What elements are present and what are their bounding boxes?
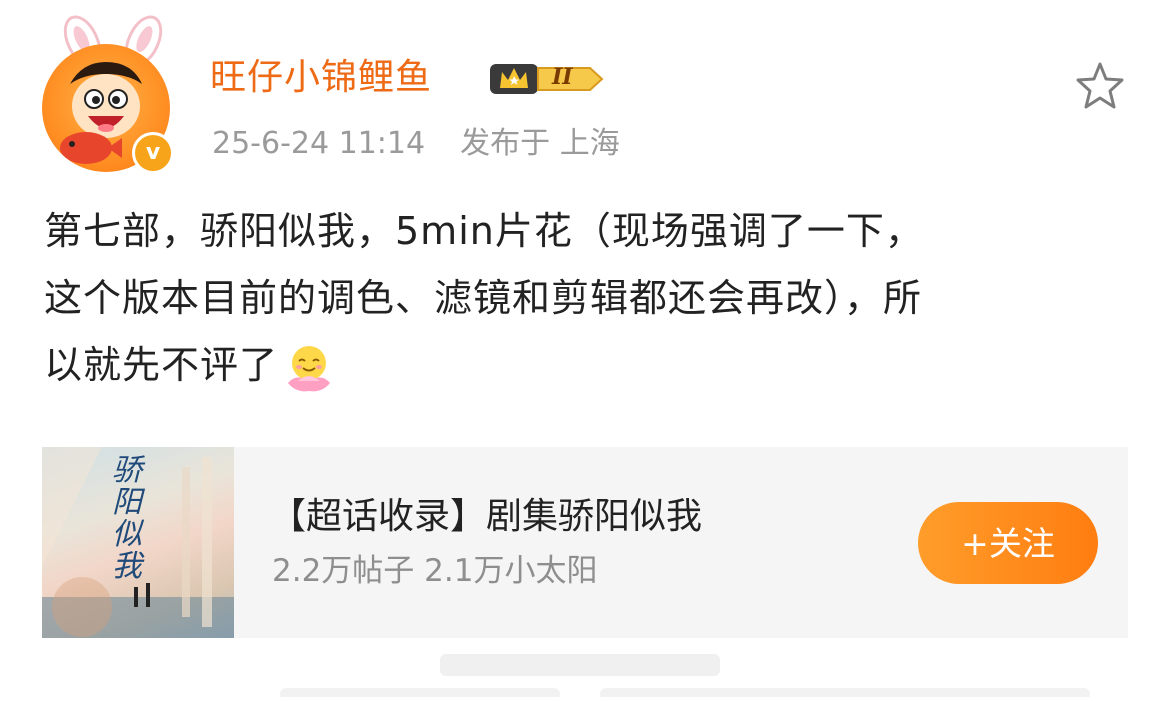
post-content-line-1: 第七部，骄阳似我，5min片花（现场强调了一下，: [44, 209, 924, 253]
smiling-lotus-emoji-icon: [282, 341, 336, 395]
author-name[interactable]: 旺仔小锦鲤鱼: [210, 52, 432, 104]
post-content-line-3-text: 以就先不评了: [44, 343, 279, 387]
post-content: 第七部，骄阳似我，5min片花（现场强调了一下， 这个版本目前的调色、滤镜和剪辑…: [44, 198, 1124, 399]
post-timestamp: 25-6-24 11:14: [212, 126, 426, 161]
post-content-line-3: 以就先不评了: [44, 332, 1124, 399]
level-badge-label: II: [552, 64, 573, 90]
follow-button[interactable]: +关注: [918, 502, 1098, 584]
post-meta: 25-6-24 11:14 发布于 上海: [212, 122, 620, 166]
thumbnail-title-art: 骄阳似我: [112, 453, 142, 584]
author-avatar-wrapper[interactable]: v: [32, 9, 182, 174]
level-badge[interactable]: II: [490, 58, 606, 100]
verified-badge-icon: v: [132, 132, 174, 174]
star-icon[interactable]: [1072, 58, 1128, 114]
crown-level-icon: [490, 64, 604, 94]
post-content-line-2: 这个版本目前的调色、滤镜和剪辑都还会再改），所: [44, 276, 923, 320]
topic-card[interactable]: 骄阳似我 【超话收录】剧集骄阳似我 2.2万帖子 2.1万小太阳 +关注: [42, 447, 1128, 638]
next-content-hint: [0, 650, 1161, 700]
topic-stats: 2.2万帖子 2.1万小太阳: [272, 553, 598, 589]
post-location: 发布于 上海: [460, 126, 620, 161]
topic-thumbnail[interactable]: 骄阳似我: [42, 447, 234, 638]
topic-title[interactable]: 【超话收录】剧集骄阳似我: [270, 493, 702, 541]
